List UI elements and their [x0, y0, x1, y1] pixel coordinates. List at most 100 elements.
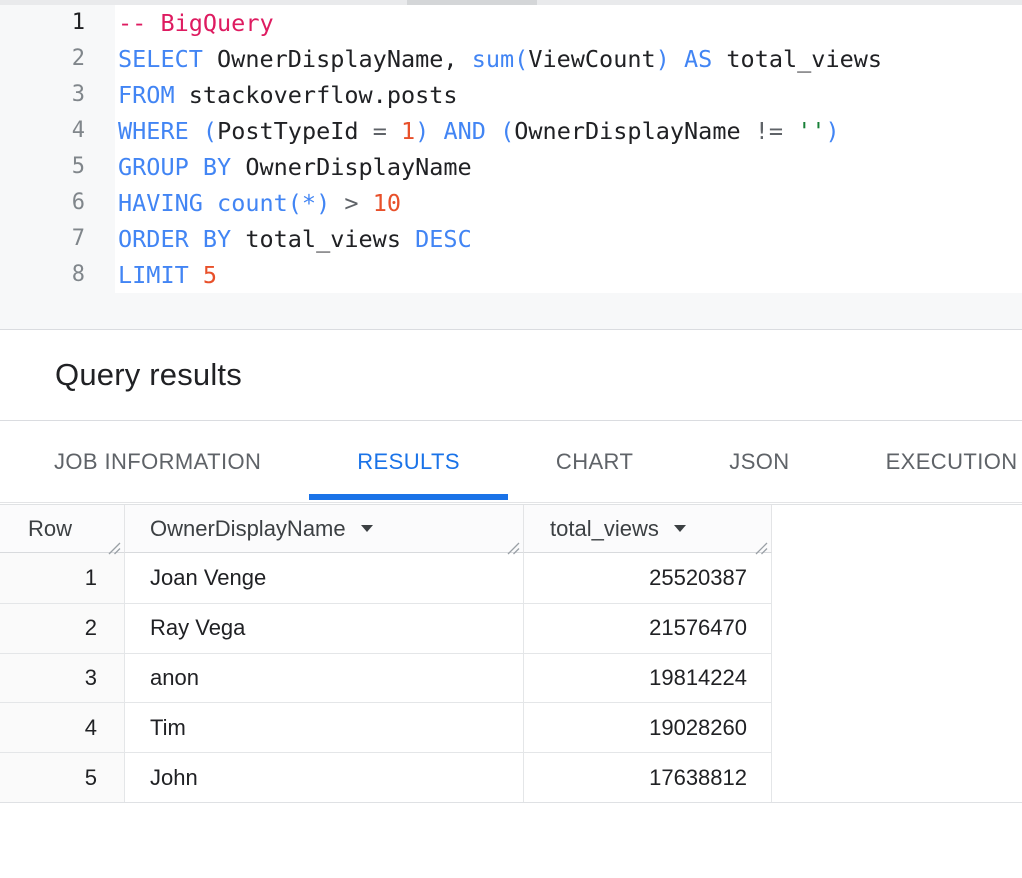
tab-label: JOB INFORMATION — [54, 449, 261, 475]
line-number: 8 — [0, 257, 85, 293]
column-header-ownerdisplayname[interactable]: OwnerDisplayName — [125, 505, 524, 553]
line-number: 2 — [0, 41, 85, 77]
results-tab-bar: JOB INFORMATION RESULTS CHART JSON EXECUTION… — [0, 422, 1022, 503]
column-header-total_views[interactable]: total_views — [524, 505, 772, 553]
tab-label: EXECUTION DETAILS — [886, 449, 1022, 475]
sort-dropdown-icon[interactable] — [361, 525, 373, 532]
code-line-4[interactable]: 4WHERE (PostTypeId = 1) AND (OwnerDispla… — [0, 113, 1022, 149]
line-number: 3 — [0, 77, 85, 113]
token-kw: ) — [415, 117, 429, 145]
table-row-1: 1Joan Venge25520387 — [0, 553, 772, 603]
sql-editor[interactable]: 1 -- BigQuery 2SELECT OwnerDisplayName, su… — [0, 5, 1022, 330]
token-kw: SELECT — [118, 45, 203, 73]
code-line-6[interactable]: 6HAVING count(*) > 10 — [0, 185, 1022, 221]
line-number: 1 — [0, 5, 85, 41]
tab-results[interactable]: RESULTS — [309, 422, 508, 502]
table-row-5: 5John17638812 — [0, 752, 772, 802]
owner-cell: anon — [125, 654, 524, 703]
code-line-1[interactable]: 1 -- BigQuery — [0, 5, 1022, 41]
query-results-header: Query results — [0, 330, 1022, 421]
token-plain — [203, 189, 217, 217]
token-kw: ( — [203, 117, 217, 145]
views-cell: 21576470 — [524, 604, 772, 653]
token-kw: ) — [826, 117, 840, 145]
active-tab-indicator — [309, 494, 508, 500]
table-row-2: 2Ray Vega21576470 — [0, 603, 772, 653]
tab-chart[interactable]: CHART — [508, 422, 681, 502]
code-text: HAVING count(*) > 10 — [85, 185, 401, 221]
owner-cell: John — [125, 753, 524, 802]
token-plain: PostTypeId — [217, 117, 373, 145]
token-plain: total_views — [712, 45, 882, 73]
column-header-row[interactable]: Row — [0, 505, 125, 553]
code-text: WHERE (PostTypeId = 1) AND (OwnerDisplay… — [85, 113, 840, 149]
table-header: Row OwnerDisplayName total_views — [0, 504, 1022, 553]
token-num: 10 — [373, 189, 401, 217]
views-cell: 19028260 — [524, 703, 772, 752]
code-line-3[interactable]: 3FROM stackoverflow.posts — [0, 77, 1022, 113]
views-cell: 25520387 — [524, 553, 772, 603]
code-text: -- BigQuery — [85, 5, 274, 41]
row-number-cell: 1 — [0, 553, 125, 603]
line-number: 5 — [0, 149, 85, 185]
code-text: LIMIT 5 — [85, 257, 217, 293]
row-number-cell: 5 — [0, 753, 125, 802]
token-op: > — [344, 189, 358, 217]
token-comment: -- BigQuery — [118, 9, 274, 37]
token-plain — [189, 117, 203, 145]
results-table: Row OwnerDisplayName total_views 1Joan Ven… — [0, 504, 1022, 803]
tab-job-information[interactable]: JOB INFORMATION — [6, 422, 309, 502]
token-plain — [670, 45, 684, 73]
token-kw: ( — [500, 117, 514, 145]
token-op: != — [755, 117, 783, 145]
token-plain: ViewCount — [528, 45, 655, 73]
token-plain — [429, 117, 443, 145]
line-number: 6 — [0, 185, 85, 221]
code-text: SELECT OwnerDisplayName, sum(ViewCount) … — [85, 41, 882, 77]
token-plain: OwnerDisplayName — [514, 117, 755, 145]
editor-bottom-strip — [0, 293, 1022, 329]
token-plain — [330, 189, 344, 217]
code-line-5[interactable]: 5 GROUP BY OwnerDisplayName — [0, 149, 1022, 185]
owner-cell: Ray Vega — [125, 604, 524, 653]
code-line-7[interactable]: 7ORDER BY total_views DESC — [0, 221, 1022, 257]
code-text: FROM stackoverflow.posts — [85, 77, 458, 113]
column-resize-handle[interactable] — [505, 535, 520, 550]
column-resize-handle[interactable] — [106, 535, 121, 550]
token-plain — [359, 189, 373, 217]
token-kw: AND — [443, 117, 485, 145]
table-header-filler — [772, 505, 1022, 553]
token-kw: AS — [684, 45, 712, 73]
code-line-8[interactable]: 8LIMIT 5 — [0, 257, 1022, 293]
table-body: 1Joan Venge255203872Ray Vega215764703ano… — [0, 553, 772, 802]
column-header-label: Row — [28, 516, 72, 542]
owner-cell: Tim — [125, 703, 524, 752]
token-kw: WHERE — [118, 117, 189, 145]
code-text: ORDER BY total_views DESC — [85, 221, 472, 257]
token-kw: GROUP BY — [118, 153, 231, 181]
column-resize-handle[interactable] — [753, 535, 768, 550]
tab-json[interactable]: JSON — [681, 422, 837, 502]
token-kw: HAVING — [118, 189, 203, 217]
table-row-4: 4Tim19028260 — [0, 702, 772, 752]
token-plain: OwnerDisplayName — [231, 153, 472, 181]
token-kw: DESC — [415, 225, 472, 253]
column-header-label: total_views — [550, 516, 659, 542]
sort-dropdown-icon[interactable] — [674, 525, 686, 532]
token-kw: ORDER BY — [118, 225, 231, 253]
code-line-2[interactable]: 2SELECT OwnerDisplayName, sum(ViewCount)… — [0, 41, 1022, 77]
token-plain: stackoverflow.posts — [175, 81, 458, 109]
tab-execution-details[interactable]: EXECUTION DETAILS — [838, 422, 1022, 502]
tab-label: CHART — [556, 449, 633, 475]
code-lines: 1 -- BigQuery 2SELECT OwnerDisplayName, su… — [0, 5, 1022, 293]
page-title: Query results — [55, 357, 242, 393]
token-plain — [387, 117, 401, 145]
token-kw: LIMIT — [118, 261, 189, 289]
token-plain — [189, 261, 203, 289]
token-kw: ) — [656, 45, 670, 73]
column-header-label: OwnerDisplayName — [150, 516, 346, 542]
tab-label: JSON — [729, 449, 789, 475]
token-num: 1 — [401, 117, 415, 145]
tab-label: RESULTS — [357, 449, 460, 475]
views-cell: 17638812 — [524, 753, 772, 802]
